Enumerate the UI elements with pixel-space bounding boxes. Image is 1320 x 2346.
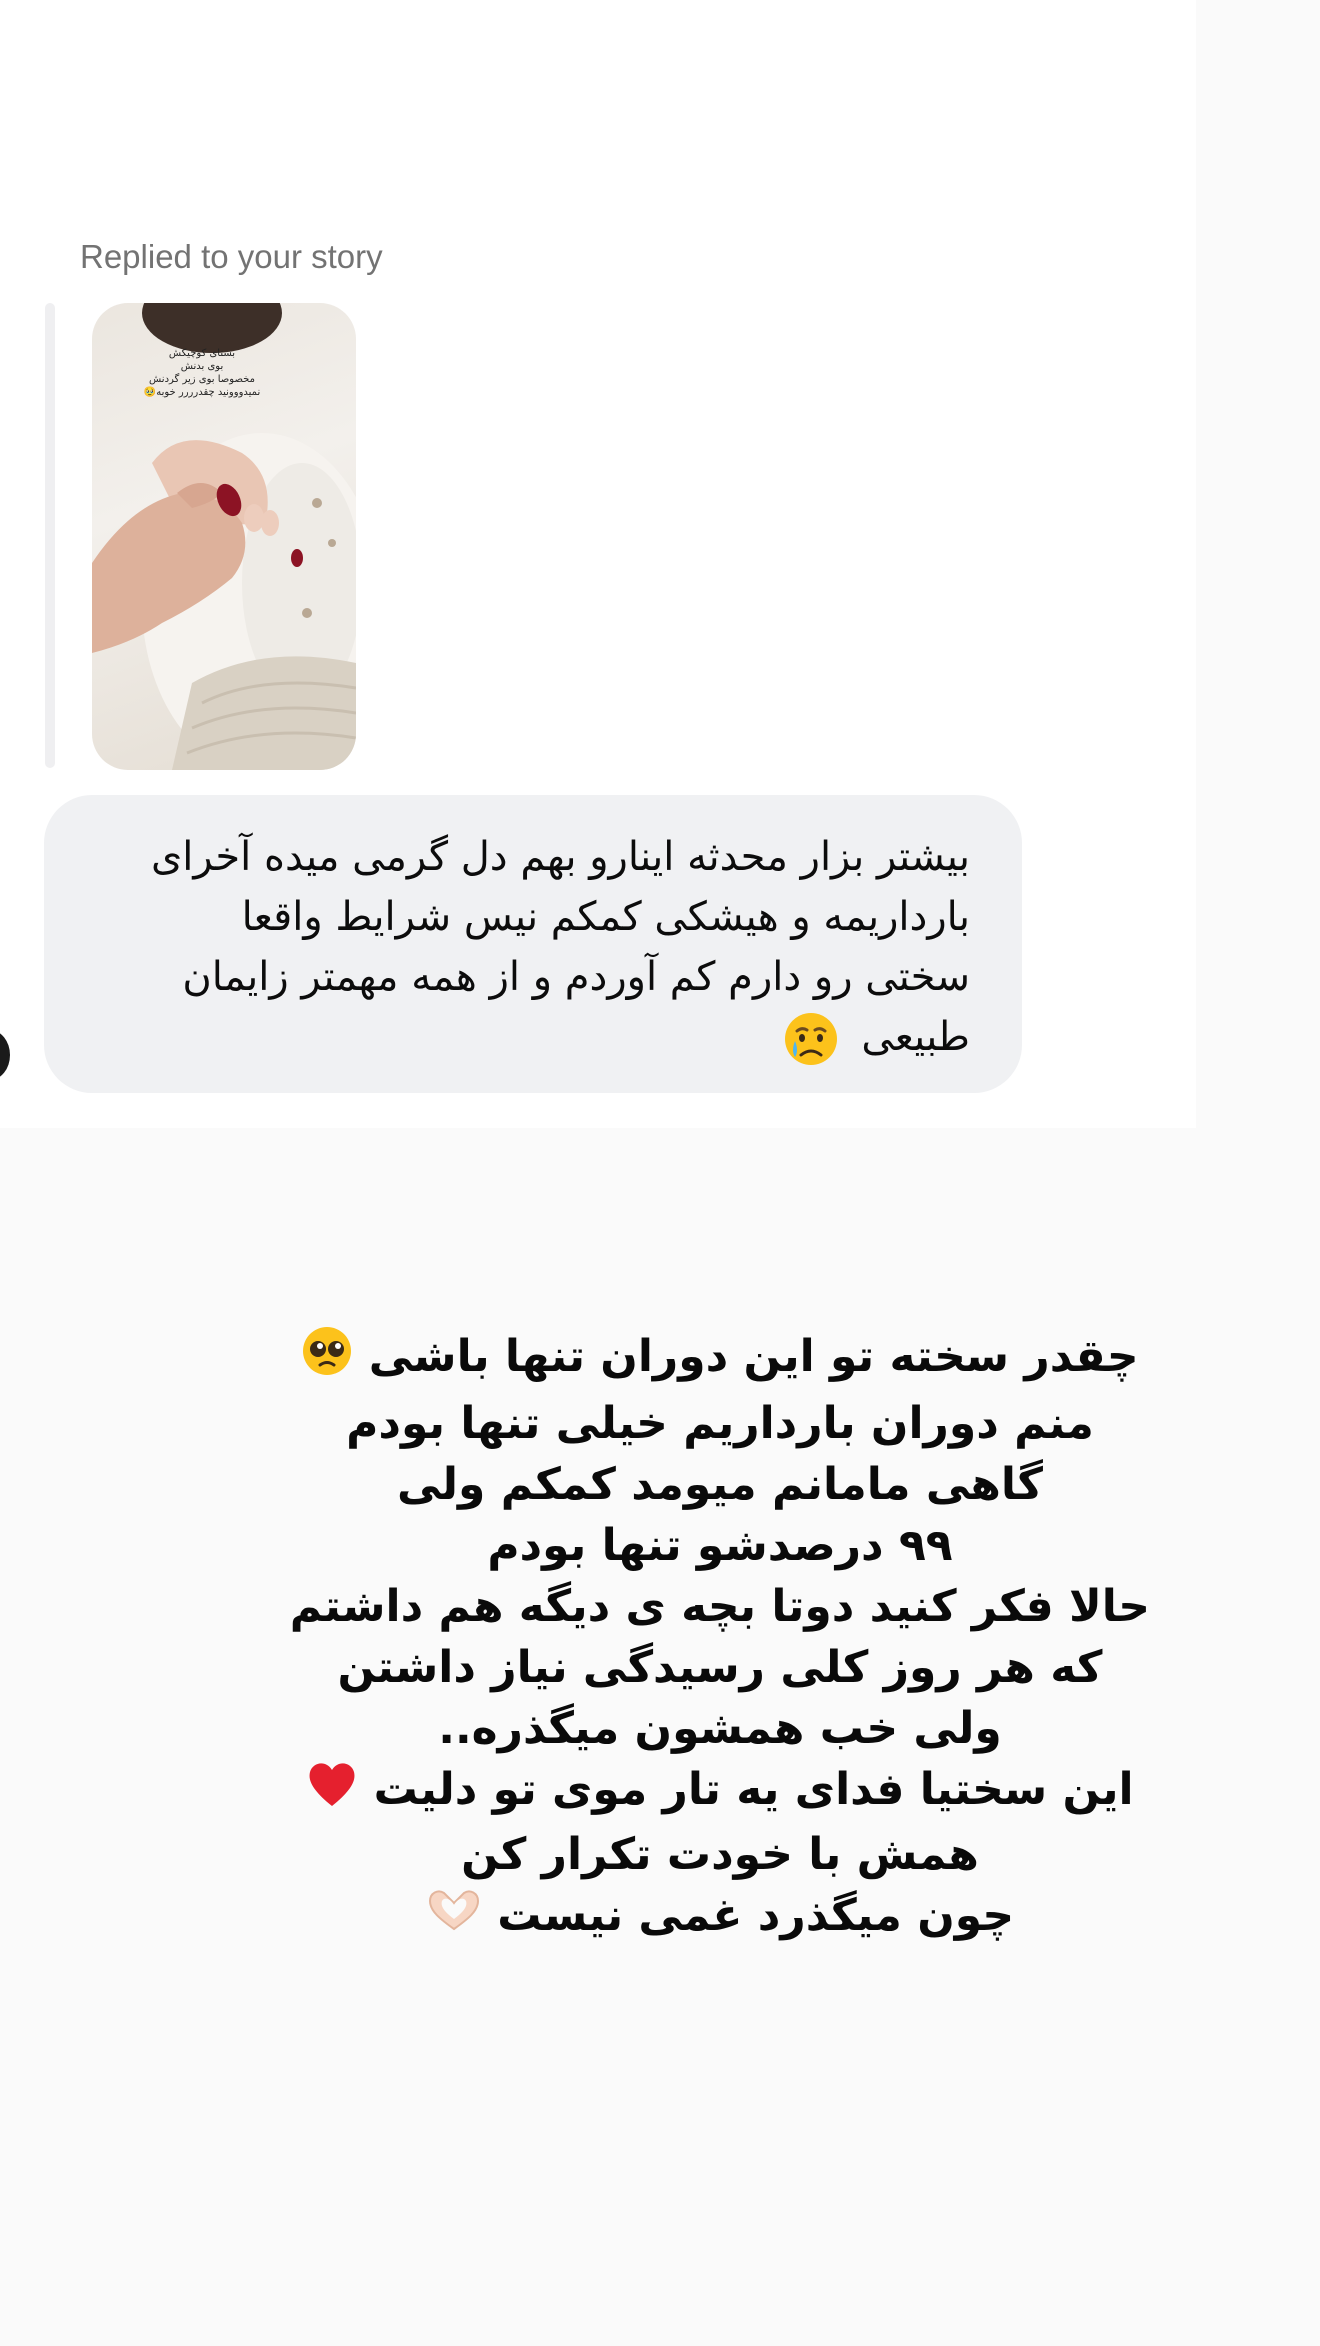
message-line: بارداریمه و هیشکی کمکم نیس شرایط واقعا [241,894,970,940]
caption-line: حالا فکر کنید دوتا بچه ی دیگه هم داشتم [289,1581,1150,1632]
story-overlay-line: مخصوصا بوی زیر گردنش [149,374,255,385]
caption-line: این سختیا فدای یه تار موی تو دلیت [373,1764,1134,1815]
story-overlay-line: نمیدووونید چقدرررر خوبه🥹 [143,387,261,398]
caption-line: ولی خب همشون میگذره.. [438,1703,1002,1754]
caption-line: ۹۹ درصدشو تنها بودم [487,1520,953,1571]
caption-line: که هر روز کلی رسیدگی نیاز داشتن [337,1642,1103,1693]
chat-thread: Replied to your story بستای کوچیکش بوی ب… [0,0,1196,1128]
caption-line: چون میگذرد غمی نیست [497,1890,1015,1941]
caption-line: همش با خودت تکرار کن [461,1829,979,1880]
message-line: بیشتر بزار محدثه اینارو بهم دل گرمی میده… [150,834,970,880]
story-overlay-line: بوی بدنش [180,361,224,372]
message-text: بیشتر بزار محدثه اینارو بهم دل گرمی میده… [70,827,970,1067]
story-caption: چقدر سخته تو این دوران تنها باشی منم دور… [290,1325,1150,1949]
sender-avatar[interactable] [0,1030,10,1080]
red-heart-icon [306,1760,358,1824]
story-overlay-line: بستای کوچیکش [168,348,236,359]
reply-context-label: Replied to your story [80,238,383,275]
crying-face-icon [783,1011,839,1067]
message-line: طبیعی [861,1014,970,1060]
reply-indicator-bar [45,303,55,768]
replied-story-thumbnail[interactable]: بستای کوچیکش بوی بدنش مخصوصا بوی زیر گرد… [92,303,356,770]
caption-line: چقدر سخته تو این دوران تنها باشی [368,1331,1139,1382]
message-line: سختی رو دارم کم آوردم و از همه مهمتر زای… [182,954,970,1000]
story-overlay-text: بستای کوچیکش بوی بدنش مخصوصا بوی زیر گرد… [122,347,282,399]
heart-hands-icon [426,1888,482,1949]
message-bubble[interactable]: بیشتر بزار محدثه اینارو بهم دل گرمی میده… [44,795,1022,1093]
pleading-face-icon [301,1325,353,1393]
caption-line: منم دوران بارداریم خیلی تنها بودم [346,1398,1094,1449]
caption-line: گاهی مامانم میومد کمکم ولی [397,1459,1043,1510]
